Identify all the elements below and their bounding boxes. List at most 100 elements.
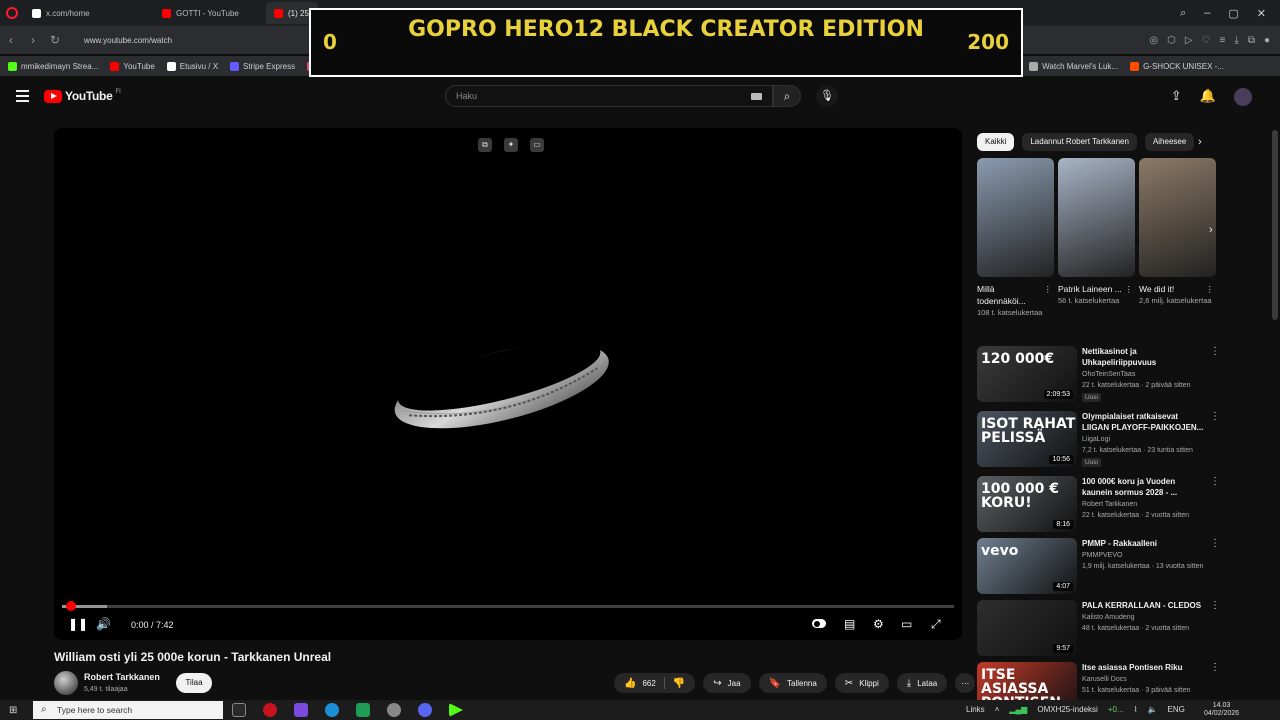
like-button[interactable]: 👍 662 👎 — [614, 673, 696, 693]
short-title[interactable]: Patrik Laineen ... ⋮ — [1058, 283, 1135, 295]
theater-mode-icon[interactable]: ▭ — [901, 617, 912, 631]
autoplay-toggle[interactable] — [812, 619, 826, 628]
avatar[interactable] — [1234, 88, 1252, 106]
network-icon[interactable]: ⌇ — [1134, 705, 1138, 714]
recommended-channel[interactable]: OhoTeinSenTaas — [1082, 371, 1135, 378]
short-thumbnail[interactable] — [1139, 158, 1216, 277]
forward-icon[interactable]: › — [22, 33, 44, 47]
recommended-video[interactable]: 9:57 PALA KERRALLAAN - CLEDOS Kalisto Amud… — [977, 600, 1220, 658]
short-title[interactable]: Millä todennäköi... ⋮ — [977, 283, 1054, 307]
reload-icon[interactable]: ↻ — [44, 33, 66, 47]
back-icon[interactable]: ‹ — [0, 33, 22, 47]
windows-start-icon[interactable]: ⊞ — [9, 705, 17, 716]
more-vert-icon[interactable]: ⋮ — [1210, 411, 1220, 422]
recommended-video[interactable]: 100 000 € KORU! 8:16 100 000€ koru ja Vuod… — [977, 476, 1220, 534]
settings-gear-icon[interactable]: ⚙ — [873, 617, 884, 631]
hamburger-menu-icon[interactable] — [16, 90, 29, 105]
subscribe-button[interactable]: Tilaa — [176, 673, 212, 693]
discord-taskbar-icon[interactable] — [418, 703, 432, 717]
fullscreen-icon[interactable]: ⤢ — [931, 617, 941, 632]
url-field[interactable]: www.youtube.com/watch — [84, 36, 172, 45]
browser-tab[interactable]: GOTTI - YouTube — [154, 2, 266, 24]
camera-icon[interactable]: ◎ — [1149, 35, 1158, 46]
recommended-channel[interactable]: Kalisto Amudeng — [1082, 614, 1135, 621]
progress-bar[interactable] — [62, 601, 954, 611]
ticker-name[interactable]: OMXH25-indeksi — [1037, 705, 1097, 714]
subtitles-icon[interactable]: ▤ — [844, 617, 855, 631]
opera-logo-icon[interactable] — [6, 7, 18, 19]
more-vert-icon[interactable]: ⋮ — [1044, 283, 1053, 295]
microphone-icon[interactable]: 🎙 — [816, 85, 838, 107]
share-button[interactable]: ↪ Jaa — [703, 673, 751, 693]
bookmark-item[interactable]: Watch Marvel's Luk... — [1029, 61, 1118, 71]
short-title[interactable]: We did it! ⋮ — [1139, 283, 1216, 295]
short-card[interactable]: Millä todennäköi... ⋮ 108 t. katselukertaa — [977, 158, 1054, 318]
keyboard-icon[interactable] — [751, 93, 762, 100]
filter-chip[interactable]: Ladannut Robert Tarkkanen — [1022, 133, 1137, 151]
extensions-icon[interactable]: ⧉ — [1248, 35, 1255, 46]
menu-lines-icon[interactable]: ≡ — [1220, 35, 1226, 46]
heart-icon[interactable]: ♡ — [1202, 35, 1211, 46]
clip-button[interactable]: ✂ Klippi — [834, 673, 889, 693]
edge-taskbar-icon[interactable] — [325, 703, 339, 717]
bookmark-item[interactable]: mmikedimayn Strea... — [8, 61, 98, 71]
recommended-video[interactable]: 120 000€ 2:09:53 Nettikasinot ja Uhkapelir… — [977, 346, 1220, 404]
recommended-channel[interactable]: LiigaLogi — [1082, 436, 1110, 443]
spreadsheet-taskbar-icon[interactable] — [356, 703, 370, 717]
more-vert-icon[interactable]: ⋮ — [1210, 538, 1220, 549]
youtube-logo[interactable]: YouTube FI — [44, 89, 121, 103]
bookmark-item[interactable]: Stripe Express — [230, 61, 295, 71]
search-tabs-icon[interactable]: ⌕ — [1180, 7, 1186, 20]
recommended-channel[interactable]: Robert Tarkkanen — [1082, 501, 1137, 508]
notifications-bell-icon[interactable]: 🔔 — [1200, 88, 1216, 106]
play-icon[interactable]: ▷ — [1185, 35, 1193, 46]
close-window-icon[interactable]: ✕ — [1257, 7, 1266, 20]
chevron-up-icon[interactable]: ˄ — [995, 705, 1000, 714]
more-vert-icon[interactable]: ⋮ — [1210, 662, 1220, 673]
short-card[interactable]: We did it! ⋮ 2,6 milj. katselukertaa — [1139, 158, 1216, 318]
thumbs-down-icon[interactable]: 👎 — [673, 678, 685, 689]
more-vert-icon[interactable]: ⋮ — [1125, 283, 1134, 295]
video-thumbnail[interactable]: vevo 4:07 — [977, 538, 1077, 594]
more-vert-icon[interactable]: ⋮ — [1210, 476, 1220, 487]
profile-icon[interactable]: ● — [1264, 35, 1270, 46]
video-thumbnail[interactable]: 100 000 € KORU! 8:16 — [977, 476, 1077, 532]
opera-taskbar-icon[interactable] — [263, 703, 277, 717]
recommended-channel[interactable]: Karuselli Docs — [1082, 676, 1127, 683]
short-card[interactable]: Patrik Laineen ... ⋮ 56 t. katselukertaa — [1058, 158, 1135, 318]
recommended-channel[interactable]: PMMPVEVO — [1082, 552, 1122, 559]
short-thumbnail[interactable] — [1058, 158, 1135, 277]
recommended-video[interactable]: vevo 4:07 PMMP - Rakkaalleni PMMPVEVO 1,9 mi… — [977, 538, 1220, 596]
cast-icon[interactable]: ▭ — [530, 138, 544, 152]
channel-name[interactable]: Robert Tarkkanen — [84, 672, 160, 682]
kick-taskbar-icon[interactable] — [449, 703, 463, 717]
links-toolbar[interactable]: Links — [966, 705, 985, 714]
video-thumbnail[interactable]: 9:57 — [977, 600, 1077, 656]
language-indicator[interactable]: ENG — [1167, 705, 1184, 714]
taskbar-search-input[interactable]: ⌕ Type here to search — [33, 701, 223, 719]
chevron-right-icon[interactable]: › — [1198, 136, 1202, 148]
download-button[interactable]: ⤓ Lataa — [896, 673, 948, 693]
search-input[interactable]: Haku — [445, 85, 773, 107]
scrollbar[interactable] — [1272, 130, 1278, 320]
search-button[interactable]: ⌕ — [773, 85, 801, 107]
filter-chip[interactable]: Aiheesee — [1144, 133, 1195, 151]
shorts-next-icon[interactable]: › — [1209, 224, 1213, 236]
task-view-icon[interactable] — [232, 703, 246, 717]
scrubber-handle[interactable] — [66, 601, 76, 611]
channel-avatar[interactable] — [54, 671, 78, 695]
taskbar-clock[interactable]: 14.03 04/02/2026 — [1204, 702, 1239, 718]
bookmark-item[interactable]: Etusivu / X — [166, 61, 218, 71]
download-icon[interactable]: ⤓ — [1234, 35, 1238, 46]
maximize-icon[interactable]: ▢ — [1228, 7, 1238, 20]
video-player[interactable]: ⧉ ✦ ▭ ❚❚ 🔊 0:00 / 7:42 ▤ ⚙ ▭ ⤢ — [54, 128, 962, 640]
browser-tab[interactable]: x.com/home — [24, 2, 154, 24]
speaker-icon[interactable]: 🔈 — [1148, 705, 1158, 714]
more-actions-button[interactable]: ⋯ — [955, 673, 976, 693]
volume-icon[interactable]: 🔊 — [96, 617, 111, 631]
minimize-icon[interactable]: – — [1204, 7, 1210, 20]
figma-taskbar-icon[interactable] — [294, 703, 308, 717]
video-thumbnail[interactable]: 120 000€ 2:09:53 — [977, 346, 1077, 402]
upload-icon[interactable]: ⇪ — [1171, 88, 1182, 106]
bookmark-item[interactable]: YouTube — [110, 61, 155, 71]
